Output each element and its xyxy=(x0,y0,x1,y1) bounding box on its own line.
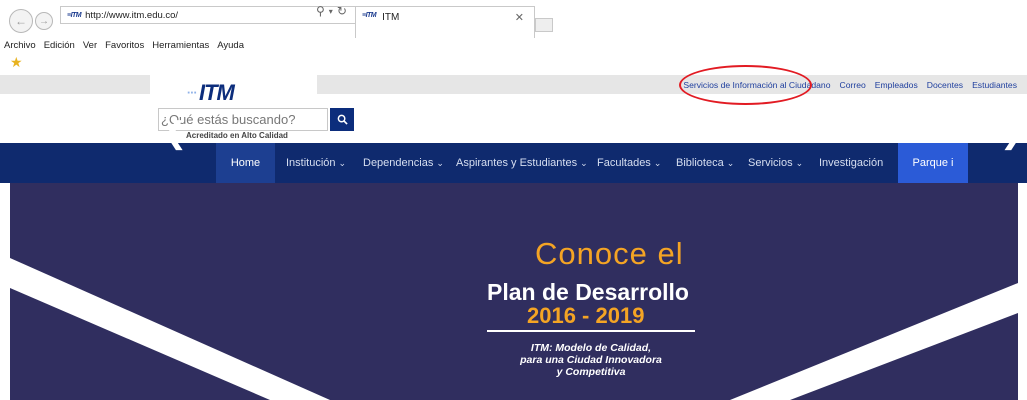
link-correo[interactable]: Correo xyxy=(839,80,865,90)
nav-servicios[interactable]: Servicios ⌄ xyxy=(748,143,803,183)
back-arrow-icon[interactable]: ← xyxy=(9,9,33,33)
nav-label: Aspirantes y Estudiantes xyxy=(456,157,578,169)
favorites-star-icon[interactable]: ★ xyxy=(10,54,23,71)
url-text: http://www.itm.edu.co/ xyxy=(85,9,179,21)
browser-tab[interactable]: ≡ITM ITM ✕ xyxy=(355,6,535,38)
new-tab-button[interactable] xyxy=(535,18,553,32)
chevron-down-icon: ⌄ xyxy=(580,157,588,168)
menu-archivo[interactable]: Archivo xyxy=(4,40,36,52)
nav-label: Biblioteca xyxy=(676,157,724,169)
forward-arrow-icon[interactable]: → xyxy=(35,12,53,30)
tab-title: ITM xyxy=(382,12,400,23)
nav-home-label: Home xyxy=(230,157,261,169)
link-docentes[interactable]: Docentes xyxy=(927,80,963,90)
menu-bar: Archivo Edición Ver Favoritos Herramient… xyxy=(4,40,244,52)
hero-plan-text: Plan de Desarrollo xyxy=(487,279,689,305)
logo-text: ITM xyxy=(199,80,235,105)
slider-next-icon[interactable]: ❯ xyxy=(1000,116,1025,151)
tagline-line-2: para una Ciudad Innovadora xyxy=(520,354,662,367)
tagline-line-1: ITM: Modelo de Calidad, xyxy=(530,342,652,354)
nav-facultades[interactable]: Facultades ⌄ xyxy=(597,143,661,183)
nav-label: Dependencias xyxy=(363,157,434,169)
link-estudiantes[interactable]: Estudiantes xyxy=(972,80,1017,90)
main-nav: Home Institución ⌄ Dependencias ⌄ Aspirant… xyxy=(0,143,1027,183)
menu-favoritos[interactable]: Favoritos xyxy=(105,40,144,52)
search-button[interactable] xyxy=(330,108,354,131)
nav-biblioteca[interactable]: Biblioteca ⌄ xyxy=(676,143,734,183)
nav-label: Servicios xyxy=(748,157,793,169)
nav-home[interactable]: Home xyxy=(216,143,275,183)
slider-prev-icon[interactable]: ❮ xyxy=(162,116,187,151)
chevron-down-icon: ⌄ xyxy=(436,157,444,168)
address-actions: ⚲ ▾ ↻ xyxy=(316,4,347,18)
hero-years-text: 2016 - 2019 xyxy=(527,303,645,328)
nav-label: Institución xyxy=(286,157,336,169)
refresh-icon[interactable]: ↻ xyxy=(337,4,347,18)
nav-parque-i[interactable]: Parque i xyxy=(898,143,968,183)
close-icon[interactable]: ✕ xyxy=(515,11,524,24)
link-empleados[interactable]: Empleados xyxy=(875,80,918,90)
hero-conoce-text: Conoce el xyxy=(535,236,684,271)
nav-institucion[interactable]: Institución ⌄ xyxy=(286,143,346,183)
dropdown-icon[interactable]: ▾ xyxy=(329,7,333,18)
nav-label: Parque i xyxy=(912,157,954,169)
itm-logo[interactable]: ⋯ ITM xyxy=(187,80,235,106)
nav-aspirantes[interactable]: Aspirantes y Estudiantes ⌄ xyxy=(456,143,588,183)
site-favicon-icon: ≡ITM xyxy=(67,11,82,19)
favorites-bar: ★ xyxy=(0,53,1027,71)
hero-divider xyxy=(487,330,695,332)
nav-investigacion[interactable]: Investigación xyxy=(819,143,883,183)
chevron-down-icon: ⌄ xyxy=(726,157,735,168)
menu-ver[interactable]: Ver xyxy=(83,40,97,52)
hero-tagline: ITM: Modelo de Calidad, para una Ciudad … xyxy=(486,342,696,378)
browser-chrome: ← → ≡ITM http://www.itm.edu.co/ ⚲ ▾ ↻ ≡I… xyxy=(0,0,1027,38)
chevron-down-icon: ⌄ xyxy=(653,157,662,168)
search-icon xyxy=(337,114,348,125)
chevron-down-icon: ⌄ xyxy=(795,157,804,168)
nav-dependencias[interactable]: Dependencias ⌄ xyxy=(363,143,444,183)
tagline-line-3: y Competitiva xyxy=(556,366,626,379)
red-highlight-annotation xyxy=(679,65,812,105)
nav-label: Investigación xyxy=(819,157,884,169)
logo-dots-icon: ⋯ xyxy=(187,87,197,99)
search-icon[interactable]: ⚲ xyxy=(316,4,325,18)
menu-edicion[interactable]: Edición xyxy=(44,40,75,52)
tab-favicon-icon: ≡ITM xyxy=(362,12,377,19)
nav-label: Facultades xyxy=(597,157,651,169)
accreditation-text: Acreditado en Alto Calidad xyxy=(186,131,288,140)
menu-ayuda[interactable]: Ayuda xyxy=(217,40,244,52)
chevron-down-icon: ⌄ xyxy=(338,157,347,168)
menu-herramientas[interactable]: Herramientas xyxy=(152,40,209,52)
